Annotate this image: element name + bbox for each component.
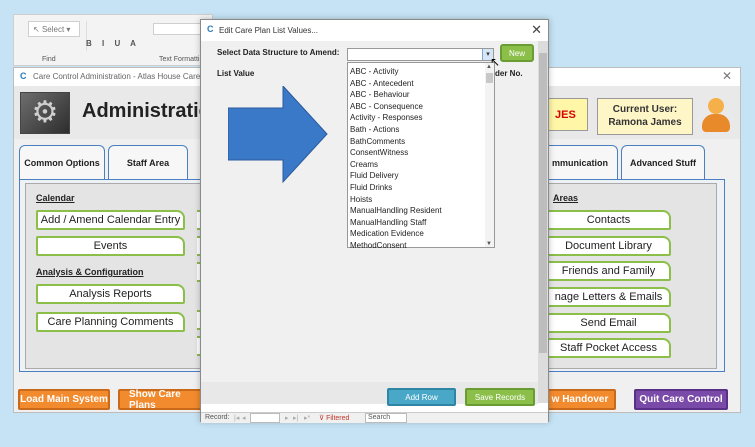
contacts-button[interactable]: Contacts	[546, 210, 671, 230]
list-value-header: List Value	[217, 69, 255, 78]
app-icon: C	[207, 24, 214, 34]
current-user-box: Current User: Ramona James	[597, 98, 693, 135]
select-label: Select	[41, 25, 65, 34]
dialog-title: Edit Care Plan List Values...	[219, 26, 319, 35]
send-email-button[interactable]: Send Email	[546, 313, 671, 333]
edit-list-values-dialog: C Edit Care Plan List Values... ✕ Select…	[200, 19, 549, 423]
prev-record-icon[interactable]: ◂	[242, 414, 246, 422]
gear-logo-icon: ⚙	[20, 92, 70, 134]
admin-window-title: Care Control Administration - Atlas Hous…	[33, 72, 224, 81]
arrow-right-icon	[228, 86, 328, 184]
document-library-button[interactable]: Document Library	[546, 236, 671, 256]
list-item[interactable]: Fluid Delivery	[349, 170, 485, 182]
record-navigator: Record: |◂ ◂ ▸ ▸| ▸* ⊽ Filtered Search	[201, 412, 548, 423]
calendar-section-title: Calendar	[36, 193, 75, 203]
data-structure-combo[interactable]: ▾	[347, 48, 494, 61]
list-item[interactable]: MethodConsent	[349, 240, 485, 252]
analysis-section-title: Analysis & Configuration	[36, 267, 144, 277]
close-icon[interactable]: ✕	[531, 22, 542, 38]
staff-pocket-access-button[interactable]: Staff Pocket Access	[546, 338, 671, 358]
list-item[interactable]: BathComments	[349, 136, 485, 148]
quit-care-control-button[interactable]: Quit Care Control	[634, 389, 728, 410]
chevron-down-icon[interactable]: ▼	[486, 241, 492, 247]
first-record-icon[interactable]: |◂	[234, 414, 239, 422]
tab-common-options[interactable]: Common Options	[19, 145, 105, 180]
areas-section-title: Areas	[553, 193, 579, 203]
list-item[interactable]: ABC - Antecedent	[349, 78, 485, 90]
close-icon[interactable]: ✕	[722, 69, 732, 83]
friends-family-button[interactable]: Friends and Family	[546, 261, 671, 281]
list-item[interactable]: ABC - Activity	[349, 66, 485, 78]
dropdown-list[interactable]: ABC - Activity ABC - Antecedent ABC - Be…	[347, 62, 495, 250]
current-record-field[interactable]	[250, 413, 280, 423]
list-item[interactable]: Fluid Drinks	[349, 182, 485, 194]
app-icon: C	[20, 71, 27, 81]
save-records-button[interactable]: Save Records	[465, 388, 535, 406]
analysis-reports-button[interactable]: Analysis Reports	[36, 284, 185, 304]
new-record-icon[interactable]: ▸*	[304, 414, 310, 422]
list-item[interactable]: ManualHandling Staff	[349, 217, 485, 229]
list-item[interactable]: ABC - Behaviour	[349, 89, 485, 101]
filtered-indicator[interactable]: ⊽ Filtered	[319, 414, 349, 422]
add-row-button[interactable]: Add Row	[387, 388, 456, 406]
find-label: Find	[42, 56, 56, 63]
list-item[interactable]: Bath - Actions	[349, 124, 485, 136]
record-label: Record:	[205, 414, 230, 421]
format-buttons[interactable]: B I U A	[86, 39, 140, 48]
list-item[interactable]: Activity - Responses	[349, 112, 485, 124]
list-item[interactable]: ConsentWitness	[349, 147, 485, 159]
list-item[interactable]: Medication Evidence	[349, 228, 485, 240]
dropdown-scrollbar[interactable]: ▲ ▼	[485, 63, 494, 247]
select-structure-label: Select Data Structure to Amend:	[217, 48, 340, 57]
care-planning-comments-button[interactable]: Care Planning Comments	[36, 312, 185, 332]
select-dropdown[interactable]: ↖ Select ▾	[28, 21, 80, 37]
new-button[interactable]: New	[500, 44, 534, 62]
list-item[interactable]: Hoists	[349, 194, 485, 206]
manage-letters-emails-button[interactable]: nage Letters & Emails	[546, 287, 671, 307]
tab-communication[interactable]: mmunication	[542, 145, 618, 180]
last-record-icon[interactable]: ▸|	[293, 414, 298, 422]
list-item[interactable]: ABC - Consequence	[349, 101, 485, 113]
tab-staff-area[interactable]: Staff Area	[108, 145, 188, 180]
search-input[interactable]: Search	[365, 413, 407, 423]
show-care-plans-button[interactable]: Show Care Plans	[118, 389, 202, 411]
add-amend-calendar-button[interactable]: Add / Amend Calendar Entry	[36, 210, 185, 230]
list-item[interactable]: Creams	[349, 159, 485, 171]
cursor-icon: ↖	[33, 25, 40, 34]
dialog-scrollbar[interactable]	[538, 41, 548, 403]
dialog-titlebar: C Edit Care Plan List Values... ✕	[201, 20, 548, 41]
next-record-icon[interactable]: ▸	[285, 414, 289, 422]
events-button[interactable]: Events	[36, 236, 185, 256]
current-user-label: Current User:	[612, 104, 678, 115]
avatar	[702, 98, 730, 132]
mouse-cursor-icon: ↖	[490, 55, 501, 69]
order-no-header: der No.	[495, 69, 523, 78]
handover-button[interactable]: w Handover	[544, 389, 616, 410]
current-user-name: Ramona James	[608, 117, 682, 128]
list-item[interactable]: ManualHandling Resident	[349, 205, 485, 217]
load-main-system-button[interactable]: Load Main System	[18, 389, 110, 410]
ribbon-fragment: ↖ Select ▾ B I U A Find Text Formatting	[13, 14, 243, 66]
tab-advanced-stuff[interactable]: Advanced Stuff	[621, 145, 705, 180]
